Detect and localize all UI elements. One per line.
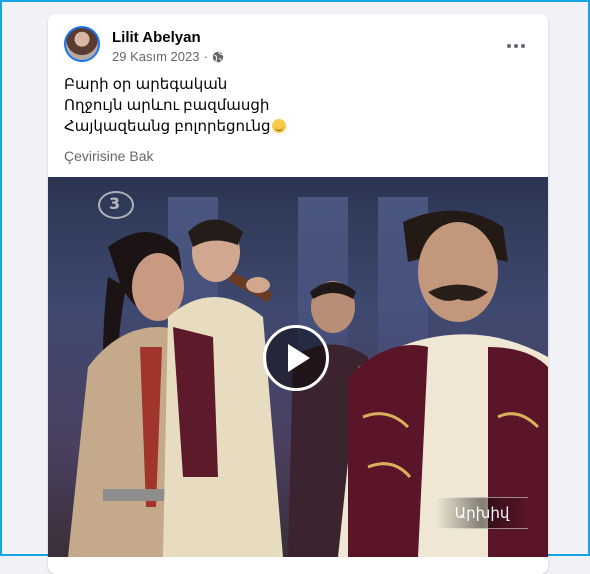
channel-watermark	[98, 191, 134, 219]
more-options-button[interactable]	[502, 34, 530, 58]
post-text-line: Բարի օր արեգական	[64, 76, 228, 93]
author-name[interactable]: Lilit Abelyan	[112, 29, 201, 46]
see-translation-link[interactable]: Çevirisine Bak	[64, 148, 153, 164]
play-icon	[288, 344, 310, 372]
ellipsis-dot	[521, 44, 525, 48]
ellipsis-dot	[507, 44, 511, 48]
play-button[interactable]	[263, 325, 329, 391]
smiling-face-emoji-icon	[271, 119, 286, 133]
post-date[interactable]: 29 Kasım 2023	[112, 49, 199, 64]
post-meta: 29 Kasım 2023 ·	[112, 49, 224, 64]
post-text: Բարի օր արեգական Ողջույն արևու բազմասցի …	[64, 74, 286, 137]
meta-separator: ·	[203, 49, 208, 64]
post-header: Lilit Abelyan 29 Kasım 2023 ·	[64, 26, 536, 66]
post-text-line-content: Հայկազեանց բոլորեցունց	[64, 118, 271, 135]
globe-icon[interactable]	[212, 51, 224, 63]
post-text-line-last: Հայկազեանց բոլորեցունց	[64, 116, 286, 137]
post-text-line: Ողջույն արևու բազմասցի	[64, 97, 270, 114]
video-player[interactable]: Արխիվ	[48, 177, 548, 557]
ellipsis-dot	[514, 44, 518, 48]
archive-caption: Արխիվ	[436, 497, 528, 529]
post-card: Lilit Abelyan 29 Kasım 2023 · Բարի օր ար…	[48, 14, 548, 574]
avatar[interactable]	[64, 26, 100, 62]
